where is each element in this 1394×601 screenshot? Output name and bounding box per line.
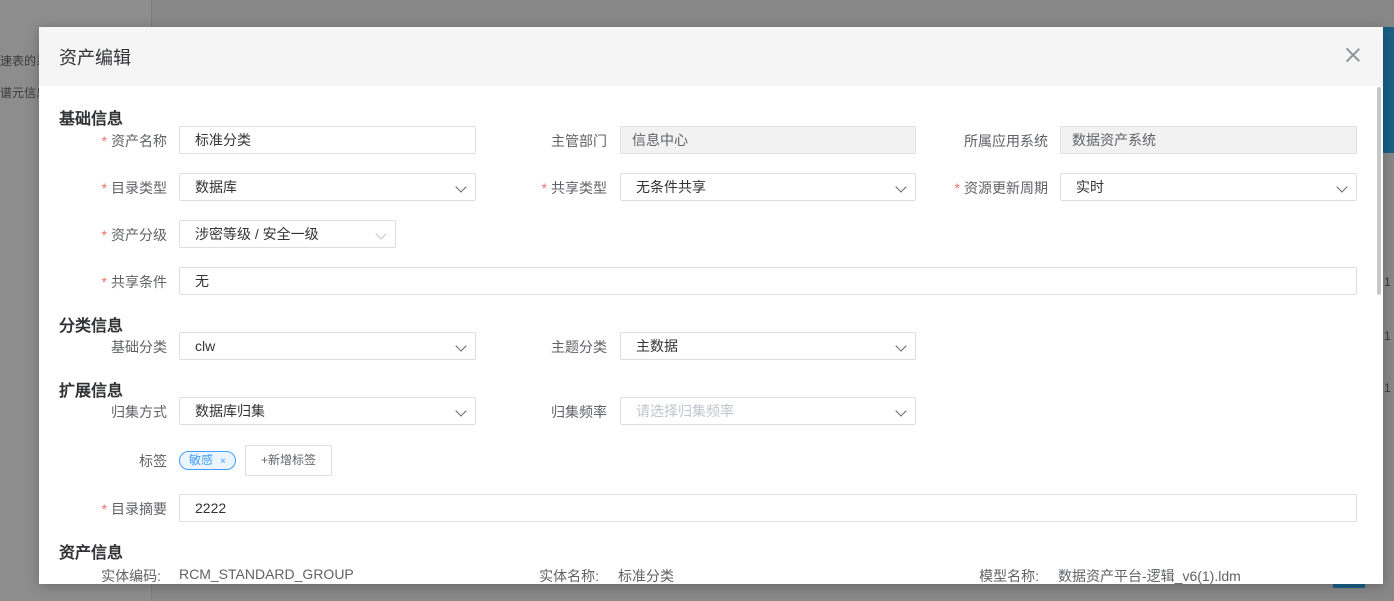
background-number: 1	[1384, 381, 1391, 395]
department-label: 主管部门	[551, 133, 607, 149]
model-name-value: 数据资产平台-逻辑_v6(1).ldm	[1058, 568, 1241, 584]
asset-level-cascader[interactable]: 涉密等级 / 安全一级	[179, 220, 396, 248]
close-icon[interactable]	[1343, 45, 1363, 65]
asset-name-label: * 资产名称	[101, 133, 167, 149]
update-cycle-select[interactable]: 实时	[1060, 173, 1357, 201]
entity-code-value: RCM_STANDARD_GROUP	[179, 566, 354, 582]
model-name-label: 模型名称:	[979, 568, 1039, 584]
chevron-down-icon	[455, 340, 467, 352]
background-number: 1	[1384, 329, 1391, 343]
share-condition-input[interactable]: 无	[179, 267, 1357, 295]
update-cycle-label: * 资源更新周期	[954, 180, 1048, 196]
entity-code-label: 实体编码:	[101, 568, 161, 584]
close-icon[interactable]: ×	[220, 456, 226, 467]
tags-label: 标签	[139, 453, 167, 469]
dialog-scrollbar[interactable]	[1377, 87, 1381, 295]
chevron-down-icon	[375, 228, 387, 240]
base-class-label: 基础分类	[111, 339, 167, 355]
share-type-label: * 共享类型	[541, 180, 607, 196]
chevron-down-icon	[895, 181, 907, 193]
summary-input[interactable]: 2222	[179, 494, 1357, 522]
background-accent	[1383, 27, 1394, 153]
section-title-basic: 基础信息	[59, 111, 124, 128]
share-condition-label: * 共享条件	[101, 274, 167, 290]
app-system-input: 数据资产系统	[1060, 126, 1357, 154]
entity-name-value: 标准分类	[618, 568, 674, 584]
section-title-classify: 分类信息	[59, 318, 124, 335]
tag-chip[interactable]: 敏感 ×	[179, 451, 236, 470]
topic-class-select[interactable]: 主数据	[620, 332, 916, 360]
department-input: 信息中心	[620, 126, 916, 154]
chevron-down-icon	[895, 340, 907, 352]
asset-name-input[interactable]: 标准分类	[179, 126, 476, 154]
collect-method-select[interactable]: 数据库归集	[179, 397, 476, 425]
chevron-down-icon	[455, 181, 467, 193]
collect-freq-label: 归集频率	[551, 404, 607, 420]
chevron-down-icon	[455, 405, 467, 417]
app-system-label: 所属应用系统	[964, 133, 1048, 149]
catalog-type-select[interactable]: 数据库	[179, 173, 476, 201]
share-type-select[interactable]: 无条件共享	[620, 173, 916, 201]
entity-name-label: 实体名称:	[539, 568, 599, 584]
base-class-select[interactable]: clw	[179, 332, 476, 360]
dialog-header: 资产编辑	[39, 27, 1383, 86]
collect-method-label: 归集方式	[111, 404, 167, 420]
collect-freq-select[interactable]: 请选择归集频率	[620, 397, 916, 425]
dialog-title: 资产编辑	[59, 48, 131, 68]
topic-class-label: 主题分类	[551, 339, 607, 355]
asset-edit-dialog: 资产编辑 基础信息 * 资产名称 标准分类 主管部门 信息中心 所属应用系统 数据…	[39, 27, 1383, 584]
chevron-down-icon	[895, 405, 907, 417]
background-number: 1	[1384, 275, 1391, 289]
asset-level-label: * 资产分级	[101, 227, 167, 243]
catalog-type-label: * 目录类型	[101, 180, 167, 196]
summary-label: * 目录摘要	[101, 501, 167, 517]
add-tag-button[interactable]: +新增标签	[245, 445, 332, 476]
section-title-extend: 扩展信息	[59, 383, 124, 400]
section-title-asset: 资产信息	[59, 545, 124, 562]
chevron-down-icon	[1336, 181, 1348, 193]
